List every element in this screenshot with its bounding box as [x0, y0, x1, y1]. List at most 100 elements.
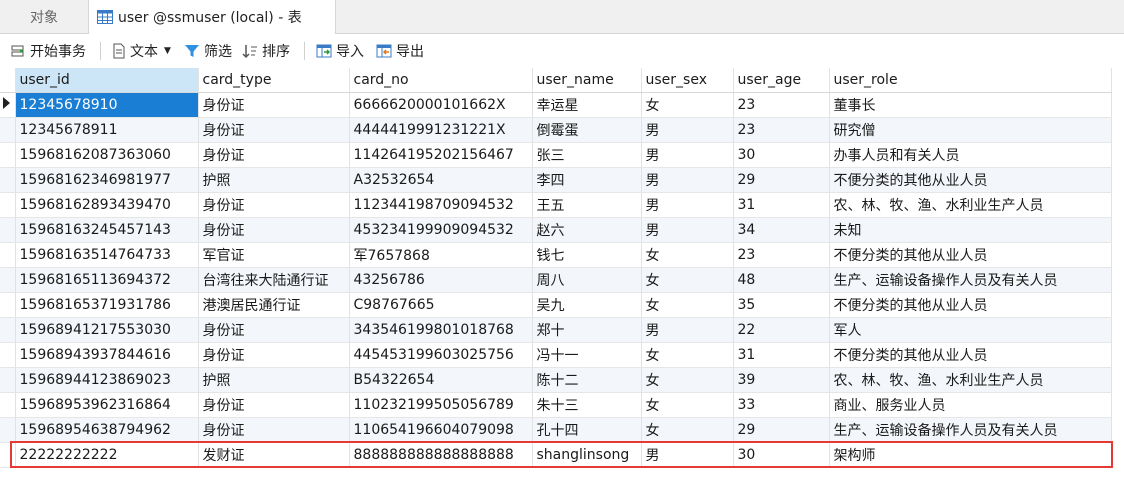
table-cell[interactable]: 女	[641, 267, 734, 293]
table-cell[interactable]: 110654196604079098	[349, 417, 533, 443]
table-cell[interactable]: 男	[641, 142, 734, 168]
table-cell[interactable]: 身份证	[198, 317, 350, 343]
table-cell[interactable]: 身份证	[198, 142, 350, 168]
table-cell[interactable]: 身份证	[198, 117, 350, 143]
table-row[interactable]: 15968954638794962 身份证 110654196604079098 孔十…	[0, 417, 1112, 443]
table-cell[interactable]: 商业、服务业人员	[829, 392, 1112, 418]
table-cell[interactable]: 军人	[829, 317, 1112, 343]
row-selector[interactable]	[0, 167, 16, 193]
table-cell[interactable]: 农、林、牧、渔、水利业生产人员	[829, 367, 1112, 393]
row-selector[interactable]	[0, 142, 16, 168]
table-cell[interactable]: 军官证	[198, 242, 350, 268]
table-cell[interactable]: 15968162087363060	[15, 142, 199, 168]
table-cell[interactable]: 23	[733, 242, 830, 268]
table-cell[interactable]: 12345678911	[15, 117, 199, 143]
table-cell[interactable]: 张三	[532, 142, 642, 168]
table-cell[interactable]: 男	[641, 167, 734, 193]
table-cell[interactable]: 445453199603025756	[349, 342, 533, 368]
column-header[interactable]: user_age	[733, 68, 830, 93]
table-cell[interactable]: 15968165371931786	[15, 292, 199, 318]
table-cell[interactable]: shanglinsong	[532, 442, 642, 468]
row-selector[interactable]	[0, 242, 16, 268]
table-cell[interactable]: 身份证	[198, 342, 350, 368]
row-selector[interactable]	[0, 342, 16, 368]
row-selector[interactable]	[0, 417, 16, 443]
table-cell[interactable]: C98767665	[349, 292, 533, 318]
table-cell[interactable]: 不便分类的其他从业人员	[829, 292, 1112, 318]
table-cell[interactable]: 15968162893439470	[15, 192, 199, 218]
row-selector[interactable]	[0, 92, 16, 118]
table-cell[interactable]: 不便分类的其他从业人员	[829, 342, 1112, 368]
table-cell[interactable]: 李四	[532, 167, 642, 193]
table-cell[interactable]: 39	[733, 367, 830, 393]
table-cell[interactable]: 护照	[198, 367, 350, 393]
table-cell[interactable]: 30	[733, 142, 830, 168]
import-button[interactable]: 导入	[312, 37, 368, 65]
table-cell[interactable]: 吴九	[532, 292, 642, 318]
table-cell[interactable]: 王五	[532, 192, 642, 218]
table-cell[interactable]: 孔十四	[532, 417, 642, 443]
table-cell[interactable]: 不便分类的其他从业人员	[829, 242, 1112, 268]
table-row[interactable]: 12345678910 身份证 6666620000101662X 幸运星女 23 董事长	[0, 92, 1112, 118]
table-cell[interactable]: 30	[733, 442, 830, 468]
table-cell[interactable]: 15968941217553030	[15, 317, 199, 343]
table-cell[interactable]: 15968163514764733	[15, 242, 199, 268]
table-cell[interactable]: 男	[641, 192, 734, 218]
table-cell[interactable]: 冯十一	[532, 342, 642, 368]
table-cell[interactable]: 15968953962316864	[15, 392, 199, 418]
table-cell[interactable]: 6666620000101662X	[349, 92, 533, 118]
table-cell[interactable]: 35	[733, 292, 830, 318]
table-cell[interactable]: 15968163245457143	[15, 217, 199, 243]
table-cell[interactable]: 港澳居民通行证	[198, 292, 350, 318]
table-cell[interactable]: 15968165113694372	[15, 267, 199, 293]
sort-button[interactable]: 排序	[238, 37, 294, 65]
row-selector[interactable]	[0, 317, 16, 343]
tab-objects[interactable]: 对象	[0, 0, 88, 33]
table-cell[interactable]: 女	[641, 292, 734, 318]
column-header[interactable]: card_type	[198, 68, 350, 93]
table-cell[interactable]: 不便分类的其他从业人员	[829, 167, 1112, 193]
table-cell[interactable]: 周八	[532, 267, 642, 293]
table-cell[interactable]: 研究僧	[829, 117, 1112, 143]
table-cell[interactable]: 33	[733, 392, 830, 418]
table-cell[interactable]: 112344198709094532	[349, 192, 533, 218]
text-button[interactable]: 文本 ▼	[108, 37, 175, 65]
table-cell[interactable]: 12345678910	[15, 92, 199, 118]
table-cell[interactable]: 15968162346981977	[15, 167, 199, 193]
table-cell[interactable]: 赵六	[532, 217, 642, 243]
table-cell[interactable]: 31	[733, 192, 830, 218]
table-cell[interactable]: 未知	[829, 217, 1112, 243]
table-cell[interactable]: 男	[641, 217, 734, 243]
column-header[interactable]: user_id	[15, 68, 199, 93]
row-selector[interactable]	[0, 117, 16, 143]
table-row[interactable]: 15968162893439470 身份证 112344198709094532 王五…	[0, 192, 1112, 218]
table-cell[interactable]: B54322654	[349, 367, 533, 393]
table-row[interactable]: 15968944123869023 护照 B54322654 陈十二女 39 农、林、牧、…	[0, 367, 1112, 393]
table-cell[interactable]: 888888888888888888	[349, 442, 533, 468]
table-cell[interactable]: 29	[733, 167, 830, 193]
column-header[interactable]: card_no	[349, 68, 533, 93]
begin-transaction-button[interactable]: 开始事务	[6, 37, 90, 65]
table-row[interactable]: 12345678911 身份证 4444419991231221X 倒霉蛋男 23 研究僧	[0, 117, 1112, 143]
table-cell[interactable]: 架构师	[829, 442, 1112, 468]
row-selector[interactable]	[0, 292, 16, 318]
table-cell[interactable]: 台湾往来大陆通行证	[198, 267, 350, 293]
table-cell[interactable]: 15968954638794962	[15, 417, 199, 443]
column-header[interactable]: user_name	[532, 68, 642, 93]
column-header[interactable]: user_sex	[641, 68, 734, 93]
table-cell[interactable]: 女	[641, 92, 734, 118]
table-cell[interactable]: 23	[733, 117, 830, 143]
column-header[interactable]: user_role	[829, 68, 1112, 93]
row-selector[interactable]	[0, 217, 16, 243]
table-row[interactable]: 15968165371931786 港澳居民通行证 C98767665 吴九女 35 不便…	[0, 292, 1112, 318]
row-selector[interactable]	[0, 442, 16, 468]
table-cell[interactable]: 34	[733, 217, 830, 243]
table-row[interactable]: 15968943937844616 身份证 445453199603025756 冯十…	[0, 342, 1112, 368]
table-cell[interactable]: 29	[733, 417, 830, 443]
table-row[interactable]: 15968162087363060 身份证 114264195202156467 张三…	[0, 142, 1112, 168]
table-cell[interactable]: 23	[733, 92, 830, 118]
row-selector[interactable]	[0, 267, 16, 293]
table-cell[interactable]: 15968944123869023	[15, 367, 199, 393]
table-cell[interactable]: 生产、运输设备操作人员及有关人员	[829, 417, 1112, 443]
table-cell[interactable]: 343546199801018768	[349, 317, 533, 343]
